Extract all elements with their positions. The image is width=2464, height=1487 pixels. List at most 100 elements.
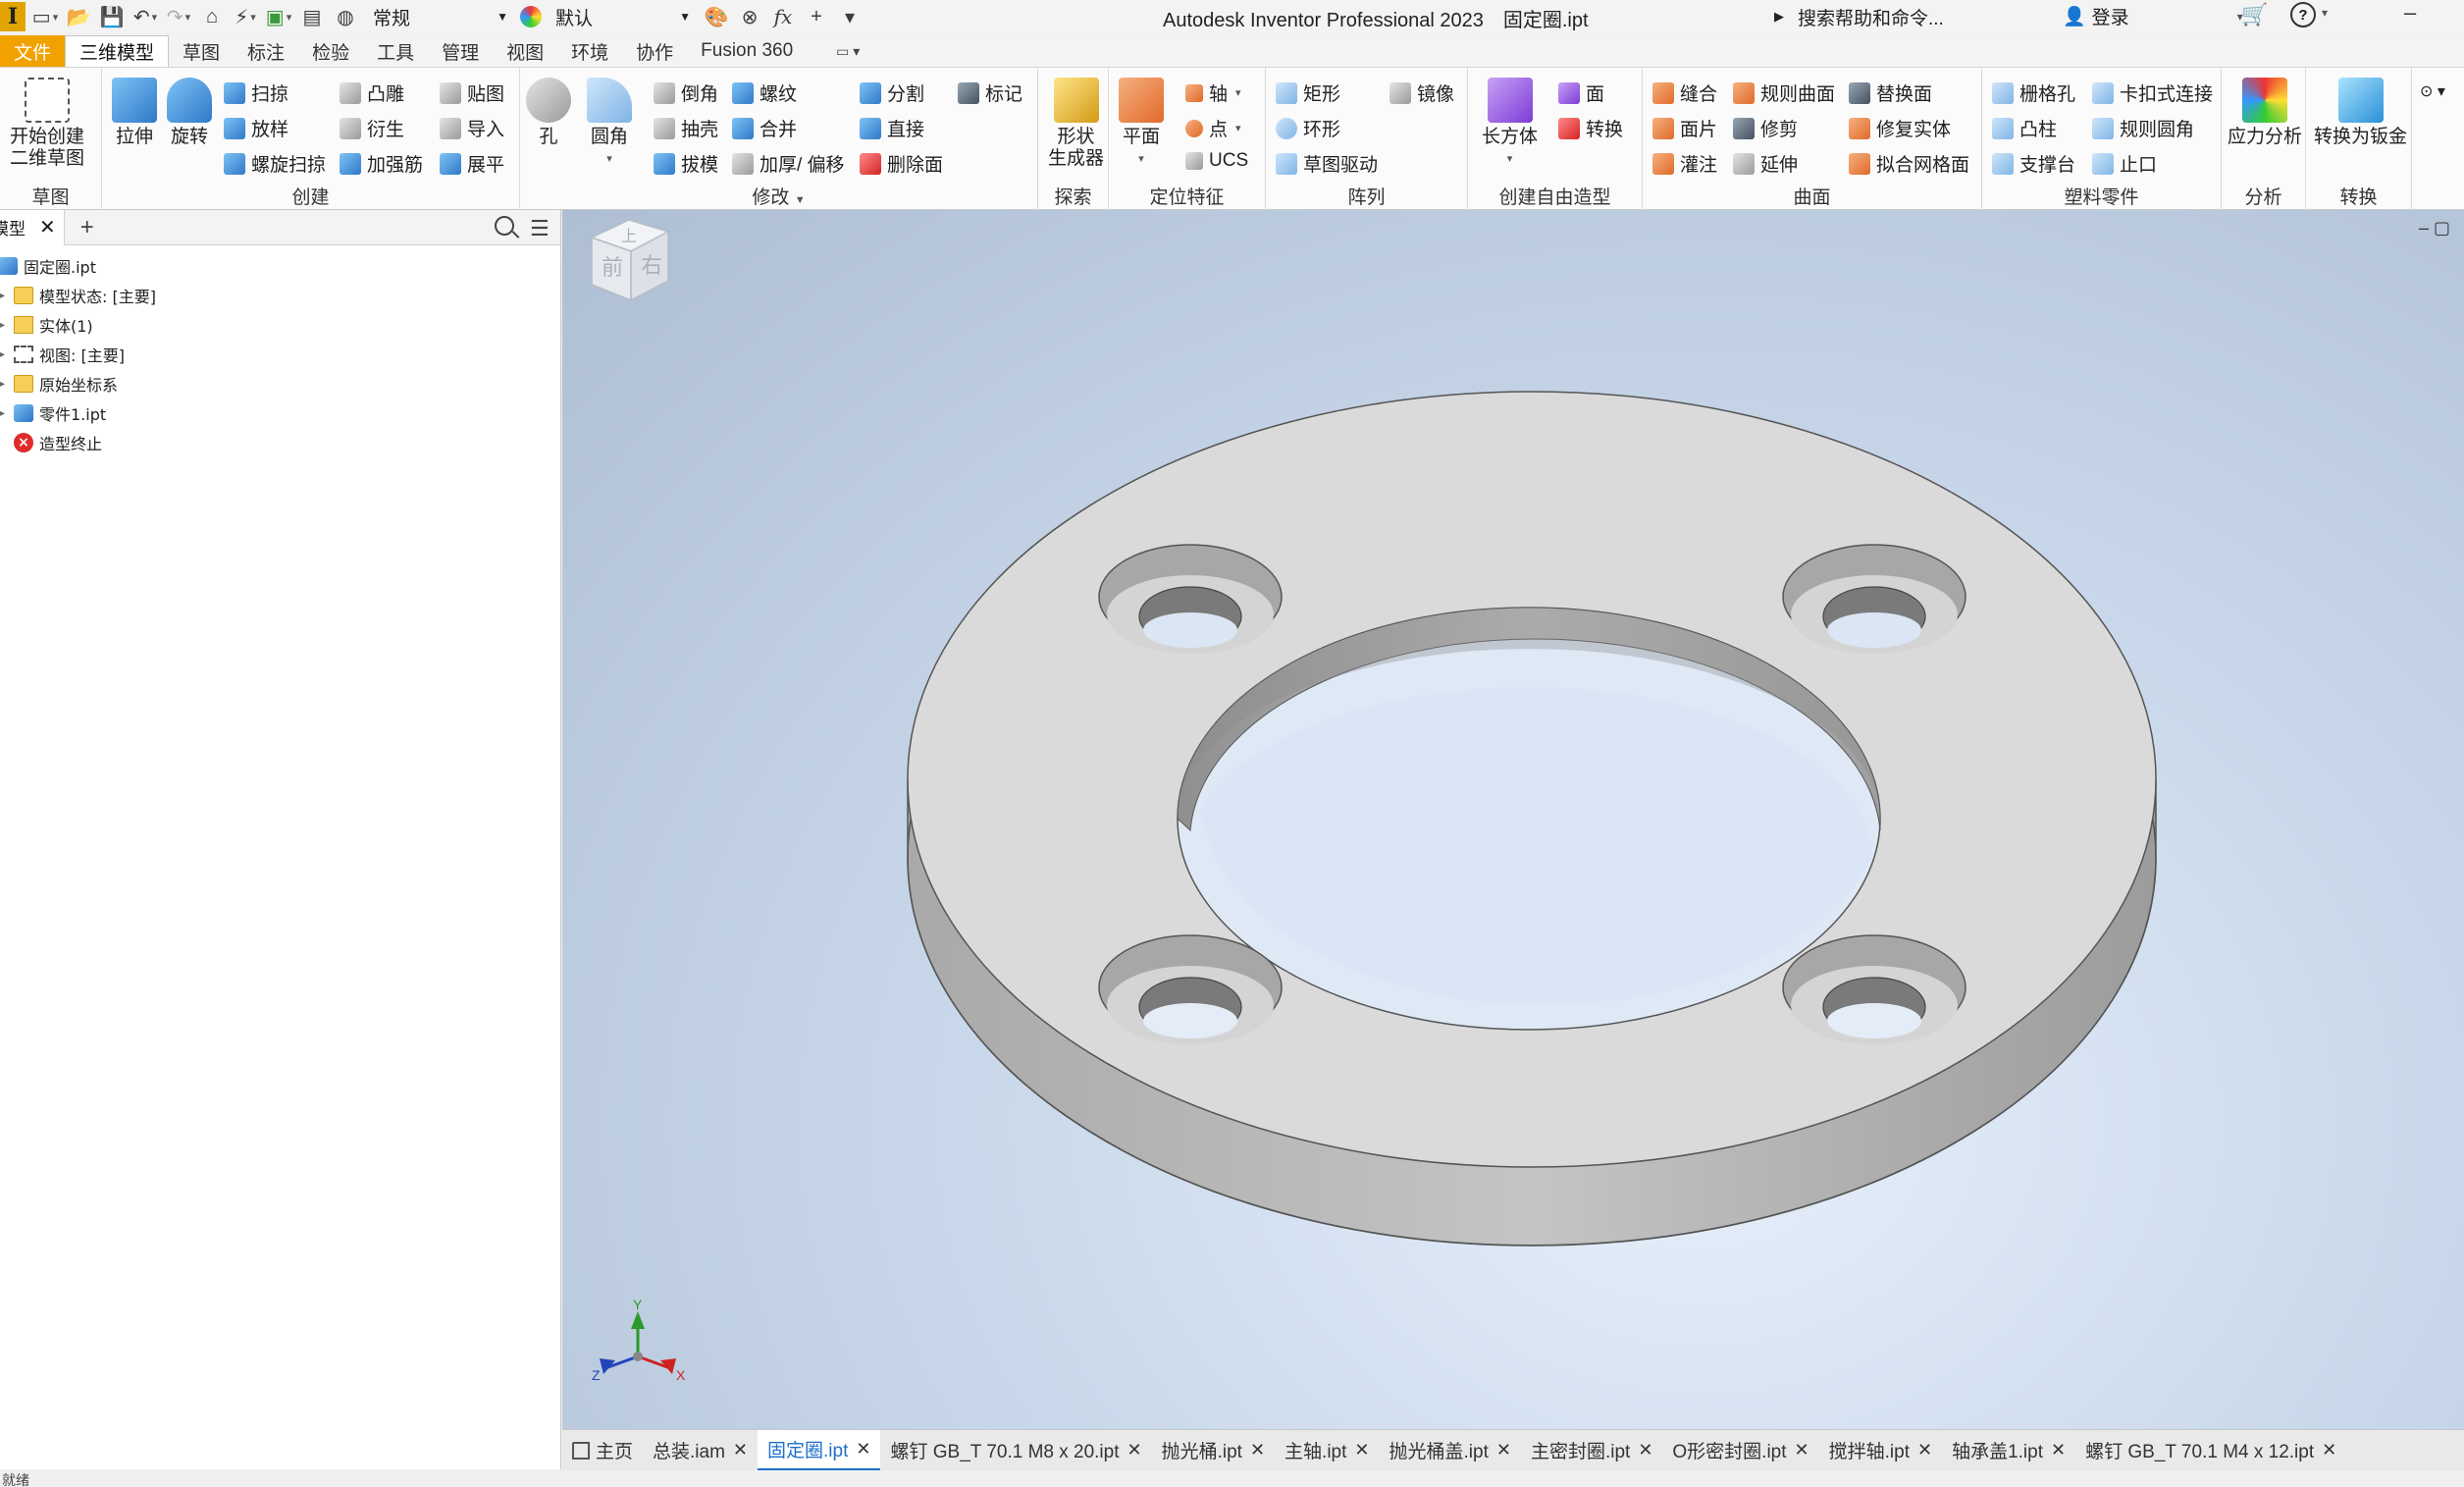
update-icon[interactable]: ⚡ ▾: [232, 3, 259, 30]
viewport-window-controls[interactable]: – ▢: [2419, 218, 2450, 239]
mirror-button[interactable]: 镜像: [1389, 80, 1454, 106]
mark-button[interactable]: 标记: [958, 80, 1022, 106]
shape-generator-button[interactable]: 形状 生成器: [1048, 78, 1104, 170]
tab-annotate[interactable]: 标注: [234, 35, 298, 67]
tree-item-model-state[interactable]: ▸ 模型状态: [主要]: [0, 281, 560, 310]
doc-tab[interactable]: 螺钉 GB_T 70.1 M8 x 20.ipt ✕: [880, 1430, 1151, 1470]
panel-title-modify[interactable]: 修改 ▼: [520, 183, 1037, 209]
extrude-button[interactable]: 拉伸: [112, 78, 157, 148]
sketch-driven-pattern-button[interactable]: 草图驱动: [1276, 150, 1378, 177]
circ-pattern-button[interactable]: 环形: [1276, 115, 1340, 141]
graphics-viewport[interactable]: Y X Z 上 前 右 – ▢: [562, 210, 2464, 1429]
expand-icon[interactable]: ▸: [0, 320, 14, 331]
app-logo[interactable]: I: [0, 2, 26, 31]
doc-tab-active[interactable]: 固定圈.ipt ✕: [758, 1430, 881, 1470]
browser-tab-model[interactable]: 模型 ✕: [0, 209, 65, 245]
view-cube[interactable]: 上 前 右: [562, 210, 670, 318]
rule-fillet-button[interactable]: 规则圆角: [2092, 115, 2194, 141]
repair-body-button[interactable]: 修复实体: [1849, 115, 1951, 141]
chamfer-button[interactable]: 倒角: [654, 80, 718, 106]
close-icon[interactable]: ✕: [2322, 1440, 2336, 1460]
axis-dropdown-icon[interactable]: ▾: [1235, 86, 1241, 99]
close-icon[interactable]: ✕: [856, 1439, 870, 1460]
close-icon[interactable]: ✕: [39, 215, 56, 239]
revolve-button[interactable]: 旋转: [167, 78, 212, 148]
ucs-button[interactable]: UCS: [1185, 150, 1248, 172]
plane-dropdown-icon[interactable]: ▾: [1138, 148, 1144, 170]
thread-button[interactable]: 螺纹: [732, 80, 797, 106]
delete-face-button[interactable]: 删除面: [860, 150, 943, 177]
doc-tab[interactable]: 轴承盖1.ipt ✕: [1942, 1430, 2075, 1470]
add-browser-tab-icon[interactable]: +: [80, 214, 94, 241]
search-icon[interactable]: [495, 216, 514, 236]
start-2d-sketch-button[interactable]: 开始创建 二维草图: [10, 78, 84, 170]
undo-icon[interactable]: ↶ ▾: [131, 3, 159, 30]
close-icon[interactable]: ✕: [1354, 1440, 1369, 1460]
new-file-icon[interactable]: ▭ ▾: [31, 3, 59, 30]
freeform-box-dropdown-icon[interactable]: ▾: [1507, 148, 1513, 170]
close-icon[interactable]: ✕: [733, 1440, 748, 1460]
direct-button[interactable]: 直接: [860, 115, 924, 141]
sweep-button[interactable]: 扫掠: [224, 80, 288, 106]
fx-parameters-icon[interactable]: fx: [769, 3, 797, 30]
doc-tab[interactable]: 抛光桶.ipt ✕: [1152, 1430, 1275, 1470]
hole-button[interactable]: 孔: [526, 78, 571, 148]
expand-icon[interactable]: ▸: [0, 291, 14, 301]
ribbon-display-options-icon[interactable]: ▭ ▾: [836, 35, 860, 67]
close-icon[interactable]: ✕: [1638, 1440, 1652, 1460]
fillet-button[interactable]: 圆角 ▾: [587, 78, 632, 170]
derive-button[interactable]: 衍生: [340, 115, 404, 141]
tree-item-origin[interactable]: ▸ 原始坐标系: [0, 369, 560, 398]
help-icon[interactable]: ?: [2290, 2, 2316, 27]
tree-item-derived-part[interactable]: ▸ 零件1.ipt: [0, 398, 560, 428]
tab-environments[interactable]: 环境: [557, 35, 622, 67]
grill-button[interactable]: 栅格孔: [1992, 80, 2075, 106]
close-icon[interactable]: ✕: [1795, 1440, 1809, 1460]
doc-tab[interactable]: O形密封圈.ipt ✕: [1662, 1430, 1818, 1470]
tree-item-view[interactable]: ▸ 视图: [主要]: [0, 340, 560, 369]
home-icon[interactable]: ⌂: [198, 3, 226, 30]
loft-button[interactable]: 放样: [224, 115, 288, 141]
boss-button[interactable]: 凸柱: [1992, 115, 2057, 141]
patch-button[interactable]: 面片: [1652, 115, 1717, 141]
draft-button[interactable]: 拔模: [654, 150, 718, 177]
replace-face-button[interactable]: 替换面: [1849, 80, 1932, 106]
login-area[interactable]: 👤 登录 ▾: [2063, 3, 2243, 29]
doc-tab[interactable]: 主轴.ipt ✕: [1275, 1430, 1379, 1470]
stitch-button[interactable]: 缝合: [1652, 80, 1717, 106]
expand-icon[interactable]: ▸: [0, 408, 14, 419]
search-expand-icon[interactable]: ▶: [1774, 9, 1784, 25]
trim-button[interactable]: 修剪: [1733, 115, 1798, 141]
ruled-surface-button[interactable]: 规则曲面: [1733, 80, 1835, 106]
close-icon[interactable]: ✕: [1917, 1440, 1932, 1460]
close-icon[interactable]: ✕: [1127, 1440, 1142, 1460]
tab-fusion360[interactable]: Fusion 360: [687, 35, 807, 67]
point-button[interactable]: 点 ▾: [1185, 115, 1241, 141]
close-icon[interactable]: ✕: [1250, 1440, 1265, 1460]
import-button[interactable]: 导入: [440, 115, 504, 141]
clear-appearance-icon[interactable]: ⊗: [736, 3, 763, 30]
color-wheel-icon[interactable]: [520, 6, 542, 27]
doc-tab[interactable]: 螺钉 GB_T 70.1 M4 x 12.ipt ✕: [2075, 1430, 2346, 1470]
unfold-button[interactable]: 展平: [440, 150, 504, 177]
sculpt-button[interactable]: 灌注: [1652, 150, 1717, 177]
tree-item-end-of-part[interactable]: × 造型终止: [0, 428, 560, 457]
lip-button[interactable]: 止口: [2092, 150, 2157, 177]
add-icon[interactable]: +: [803, 3, 830, 30]
point-dropdown-icon[interactable]: ▾: [1235, 122, 1241, 134]
plane-button[interactable]: 平面 ▾: [1119, 78, 1164, 170]
properties-icon[interactable]: ▤: [298, 3, 326, 30]
tab-inspect[interactable]: 检验: [298, 35, 363, 67]
tab-file[interactable]: 文件: [0, 35, 66, 67]
customize-qat-icon[interactable]: ▾: [836, 3, 864, 30]
fit-mesh-face-button[interactable]: 拟合网格面: [1849, 150, 1969, 177]
rib-button[interactable]: 加强筋: [340, 150, 423, 177]
axis-button[interactable]: 轴 ▾: [1185, 80, 1241, 106]
shell-button[interactable]: 抽壳: [654, 115, 718, 141]
redo-icon[interactable]: ↷ ▾: [165, 3, 192, 30]
fillet-dropdown-icon[interactable]: ▾: [606, 148, 612, 170]
tab-manage[interactable]: 管理: [428, 35, 493, 67]
tab-tools[interactable]: 工具: [363, 35, 428, 67]
rect-pattern-button[interactable]: 矩形: [1276, 80, 1340, 106]
coil-button[interactable]: 螺旋扫掠: [224, 150, 326, 177]
